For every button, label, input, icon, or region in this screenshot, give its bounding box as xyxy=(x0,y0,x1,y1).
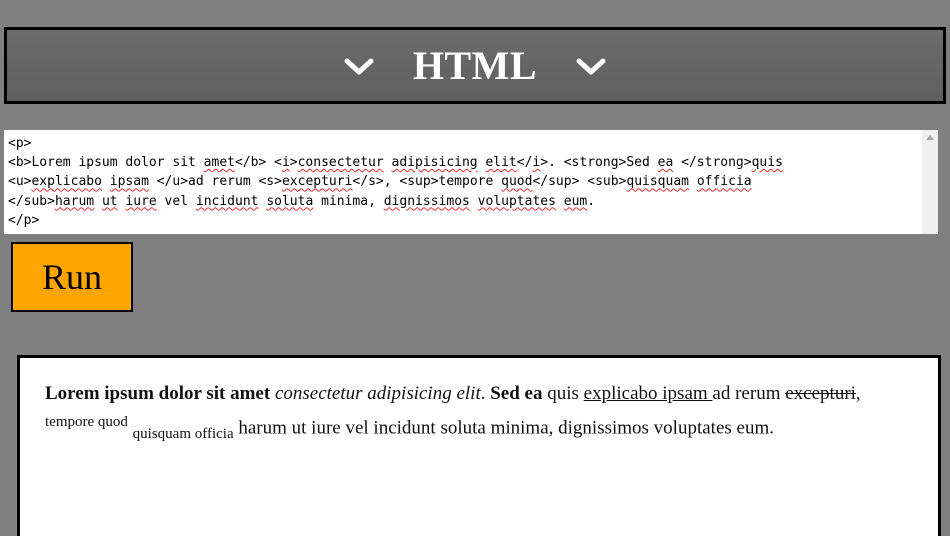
code-token-misspelled: quisquam xyxy=(626,174,689,190)
output-strong-text: Sed ea xyxy=(490,383,543,404)
output-text: quis xyxy=(542,383,584,404)
output-italic-text: consectetur adipisicing elit xyxy=(274,383,481,404)
code-token-misspelled: excepturi xyxy=(281,174,353,190)
run-button[interactable]: Run xyxy=(11,242,133,312)
code-token-misspelled: voluptates xyxy=(477,193,556,209)
code-token-misspelled: ea xyxy=(657,155,674,171)
code-token: <b>Lorem ipsum dolor sit xyxy=(8,155,204,171)
code-line[interactable]: <u>explicabo ipsam </u>ad rerum <s>excep… xyxy=(8,172,783,191)
code-token: vel xyxy=(156,193,196,209)
output-text: , xyxy=(855,383,861,404)
output-sup-text: tempore quod xyxy=(45,414,128,430)
code-token-misspelled: consectetur xyxy=(297,155,384,171)
code-token: </u>ad rerum <s> xyxy=(148,174,282,190)
code-token-misspelled: ipsam xyxy=(109,174,149,190)
code-token: </s>, <sup>tempore xyxy=(352,174,502,190)
code-token-misspelled: quis xyxy=(751,155,783,171)
code-token: </sup> <sub> xyxy=(532,174,627,190)
output-text: . xyxy=(480,383,491,404)
output-paragraph: Lorem ipsum dolor sit amet consectetur a… xyxy=(45,380,913,448)
code-token: <p> xyxy=(8,136,32,151)
code-token-misspelled: soluta xyxy=(266,193,314,209)
code-token-misspelled: explicabo xyxy=(31,174,102,190)
scroll-up-arrow-icon[interactable] xyxy=(926,135,934,140)
code-token: </ xyxy=(516,155,533,171)
code-token: . xyxy=(587,193,596,209)
code-token: </p> xyxy=(8,212,40,228)
code-token: </strong> xyxy=(673,155,752,171)
output-strike-text: excepturi xyxy=(785,383,856,404)
code-line[interactable]: </sub>harum ut iure vel incidunt soluta … xyxy=(8,192,783,211)
code-line[interactable]: <p> xyxy=(8,134,783,153)
code-token: </b> < xyxy=(234,155,282,171)
page: HTML <p> <b>Lorem ipsum dolor sit amet</b… xyxy=(0,0,950,536)
code-token-misspelled: amet xyxy=(203,155,235,171)
code-token-misspelled: officia xyxy=(696,174,752,190)
output-text: harum ut iure vel incidunt soluta minima… xyxy=(233,417,774,439)
code-token-misspelled: adipisicing xyxy=(391,155,478,171)
chevron-down-icon[interactable] xyxy=(575,51,607,83)
code-token-misspelled: iure xyxy=(125,193,157,209)
output-bold-text: Lorem ipsum dolor sit amet xyxy=(45,383,271,404)
code-token-misspelled: i xyxy=(281,155,290,171)
code-token-misspelled: eum xyxy=(563,193,588,209)
output-underline-text: explicabo ipsam xyxy=(583,383,713,404)
header-bar: HTML xyxy=(4,27,946,104)
code-token-misspelled: quod xyxy=(501,174,533,190)
code-editor-content[interactable]: <p> <b>Lorem ipsum dolor sit amet</b> <i>… xyxy=(8,134,783,230)
code-token: >. <strong>Sed xyxy=(540,155,658,171)
code-token-misspelled: dignissimos xyxy=(383,193,470,209)
code-editor[interactable]: <p> <b>Lorem ipsum dolor sit amet</b> <i>… xyxy=(4,130,938,234)
code-token: </sub> xyxy=(8,193,55,209)
code-line[interactable]: </p> xyxy=(8,211,783,230)
output-sub-text: quisquam officia xyxy=(132,426,234,443)
code-token: minima, xyxy=(313,193,384,209)
code-token-misspelled: elit xyxy=(485,155,517,171)
output-text: ad rerum xyxy=(712,383,786,404)
chevron-down-icon[interactable] xyxy=(343,51,375,83)
code-token-misspelled: incidunt xyxy=(195,193,259,209)
editor-scrollbar[interactable] xyxy=(922,130,938,234)
code-token: <u> xyxy=(8,174,32,190)
code-token-misspelled: harum xyxy=(54,193,95,209)
code-token-misspelled: ut xyxy=(101,193,118,209)
output-preview: Lorem ipsum dolor sit amet consectetur a… xyxy=(17,355,941,536)
code-line[interactable]: <b>Lorem ipsum dolor sit amet</b> <i>con… xyxy=(8,153,783,172)
code-token: > xyxy=(289,155,298,171)
page-title: HTML xyxy=(412,42,538,88)
